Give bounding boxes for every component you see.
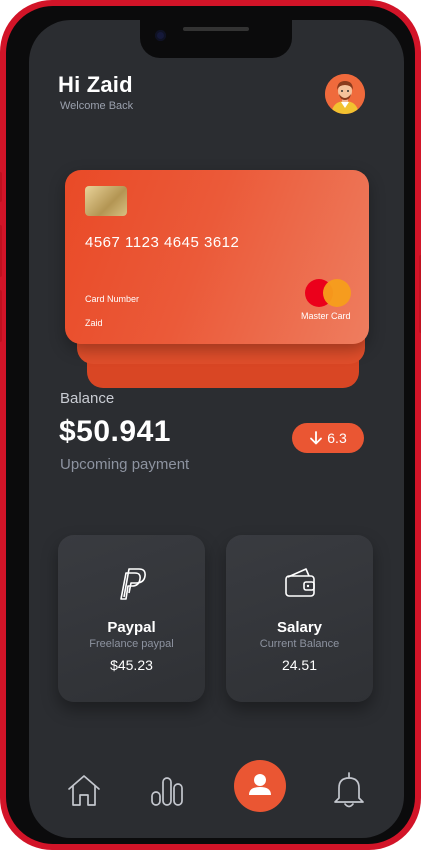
balance-change-badge: 6.3 [292,423,364,453]
card-stack[interactable]: 4567 1123 4645 3612 Card Number Zaid Mas… [65,170,369,390]
side-button-mute [0,172,2,202]
camera-icon [155,30,166,41]
tile-subtitle: Current Balance [259,638,340,650]
app-screen: Hi Zaid Welcome Back 4567 1123 4645 3612… [29,20,404,838]
tile-title: Paypal [107,619,156,636]
upcoming-payment-link[interactable]: Upcoming payment [60,456,189,473]
notch [140,20,292,58]
phone-bezel: Hi Zaid Welcome Back 4567 1123 4645 3612… [6,6,415,844]
mastercard-logo-icon [305,279,355,309]
profile-nav-button[interactable] [234,760,286,812]
user-avatar-icon[interactable] [325,74,365,114]
paypal-tile[interactable]: Paypal Freelance paypal $45.23 [58,535,205,702]
paypal-icon [119,568,146,600]
credit-card[interactable]: 4567 1123 4645 3612 Card Number Zaid Mas… [65,170,369,344]
phone-frame: Hi Zaid Welcome Back 4567 1123 4645 3612… [0,0,421,850]
card-number: 4567 1123 4645 3612 [85,234,240,251]
card-number-label: Card Number [85,294,140,304]
wallet-icon [284,568,315,597]
bell-icon[interactable] [329,770,369,810]
tile-title: Salary [276,619,323,636]
side-button-volume-up [0,225,2,277]
card-holder-name: Zaid [85,318,103,328]
card-chip-icon [85,186,127,216]
greeting-title: Hi Zaid [58,72,133,97]
profile-icon [249,774,271,795]
tile-subtitle: Freelance paypal [89,638,174,650]
speaker [183,27,249,31]
card-brand-label: Master Card [301,311,351,321]
avatar-illustration [325,74,365,114]
arrow-down-icon [310,431,323,445]
balance-change-value: 6.3 [327,430,347,446]
balance-amount: $50.941 [59,415,171,448]
salary-tile[interactable]: Salary Current Balance 24.51 [226,535,373,702]
home-icon[interactable] [64,770,104,810]
balance-label: Balance [60,390,115,407]
side-button-volume-down [0,290,2,342]
tile-value: 24.51 [281,657,318,673]
chart-icon[interactable] [147,770,187,810]
tile-value: $45.23 [110,657,153,673]
mastercard-circle-orange [323,279,351,307]
greeting-subtitle: Welcome Back [60,100,134,112]
